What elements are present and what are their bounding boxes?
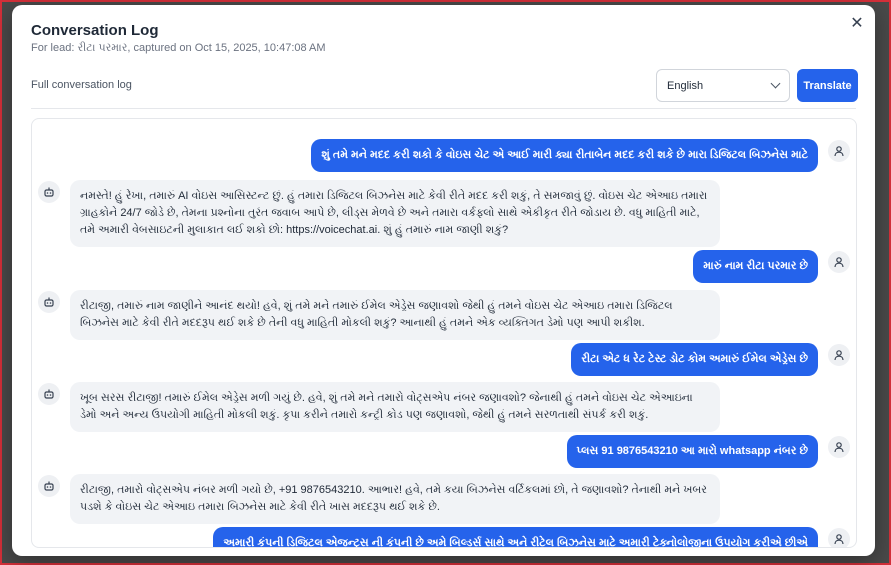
language-select[interactable]: English bbox=[656, 69, 790, 102]
language-select-value: English bbox=[667, 79, 704, 92]
ai-message-bubble: રીટાજી, તમારું નામ જાણીને આનંદ થયો! હવે,… bbox=[70, 290, 720, 340]
user-message-bubble: મારું નામ રીટા પરમાર છે bbox=[693, 250, 818, 283]
message-user: શું તમે મને મદદ કરી શકો કે વોઇસ ચેટ એ આઈ… bbox=[311, 139, 850, 172]
bot-icon bbox=[38, 475, 60, 497]
ai-message-bubble: નમસ્તે! હું રેખા, તમારું AI વોઇસ આસિસ્ટન… bbox=[70, 180, 720, 247]
close-icon[interactable]: ✕ bbox=[848, 15, 866, 33]
conversation-log[interactable]: શું તમે મને મદદ કરી શકો કે વોઇસ ચેટ એ આઈ… bbox=[31, 118, 857, 548]
modal-title: Conversation Log bbox=[31, 22, 159, 39]
message-user: મારું નામ રીટા પરમાર છે bbox=[693, 250, 850, 283]
chevron-down-icon bbox=[770, 78, 781, 89]
user-icon bbox=[828, 436, 850, 458]
user-icon bbox=[828, 344, 850, 366]
log-label: Full conversation log bbox=[31, 79, 132, 91]
message-user: રીટા એટ ધ રેટ ટેસ્ટ ડોટ કોમ અમારું ઈમેલ … bbox=[571, 343, 850, 376]
user-icon bbox=[828, 251, 850, 273]
bot-icon bbox=[38, 291, 60, 313]
message-user: અમારી કંપની ડિજિટલ એજન્ટ્સ ની કંપની છે અ… bbox=[213, 527, 850, 547]
user-icon bbox=[828, 528, 850, 547]
bot-icon bbox=[38, 181, 60, 203]
modal-subtitle: For lead: રીટા પરમાર, captured on Oct 15… bbox=[31, 42, 326, 54]
ai-message-bubble: રીટાજી, તમારો વોટ્સએપ નંબર મળી ગયો છે, +… bbox=[70, 474, 720, 524]
message-user: પ્લસ 91 9876543210 આ મારો whatsapp નંબર … bbox=[566, 435, 850, 468]
user-message-bubble: રીટા એટ ધ રેટ ટેસ્ટ ડોટ કોમ અમારું ઈમેલ … bbox=[571, 343, 818, 376]
translate-button[interactable]: Translate bbox=[797, 69, 858, 102]
user-message-bubble: પ્લસ 91 9876543210 આ મારો whatsapp નંબર … bbox=[566, 435, 818, 468]
user-message-bubble: અમારી કંપની ડિજિટલ એજન્ટ્સ ની કંપની છે અ… bbox=[213, 527, 818, 547]
message-ai: નમસ્તે! હું રેખા, તમારું AI વોઇસ આસિસ્ટન… bbox=[38, 180, 720, 247]
message-ai: ખૂબ સરસ રીટાજી! તમારું ઈમેલ એડ્રેસ મળી ગ… bbox=[38, 382, 720, 432]
divider bbox=[31, 108, 856, 109]
bot-icon bbox=[38, 383, 60, 405]
message-ai: રીટાજી, તમારું નામ જાણીને આનંદ થયો! હવે,… bbox=[38, 290, 720, 340]
user-icon bbox=[828, 140, 850, 162]
user-message-bubble: શું તમે મને મદદ કરી શકો કે વોઇસ ચેટ એ આઈ… bbox=[311, 139, 818, 172]
conversation-log-modal: Conversation Log For lead: રીટા પરમાર, c… bbox=[12, 5, 875, 556]
ai-message-bubble: ખૂબ સરસ રીટાજી! તમારું ઈમેલ એડ્રેસ મળી ગ… bbox=[70, 382, 720, 432]
message-ai: રીટાજી, તમારો વોટ્સએપ નંબર મળી ગયો છે, +… bbox=[38, 474, 720, 524]
